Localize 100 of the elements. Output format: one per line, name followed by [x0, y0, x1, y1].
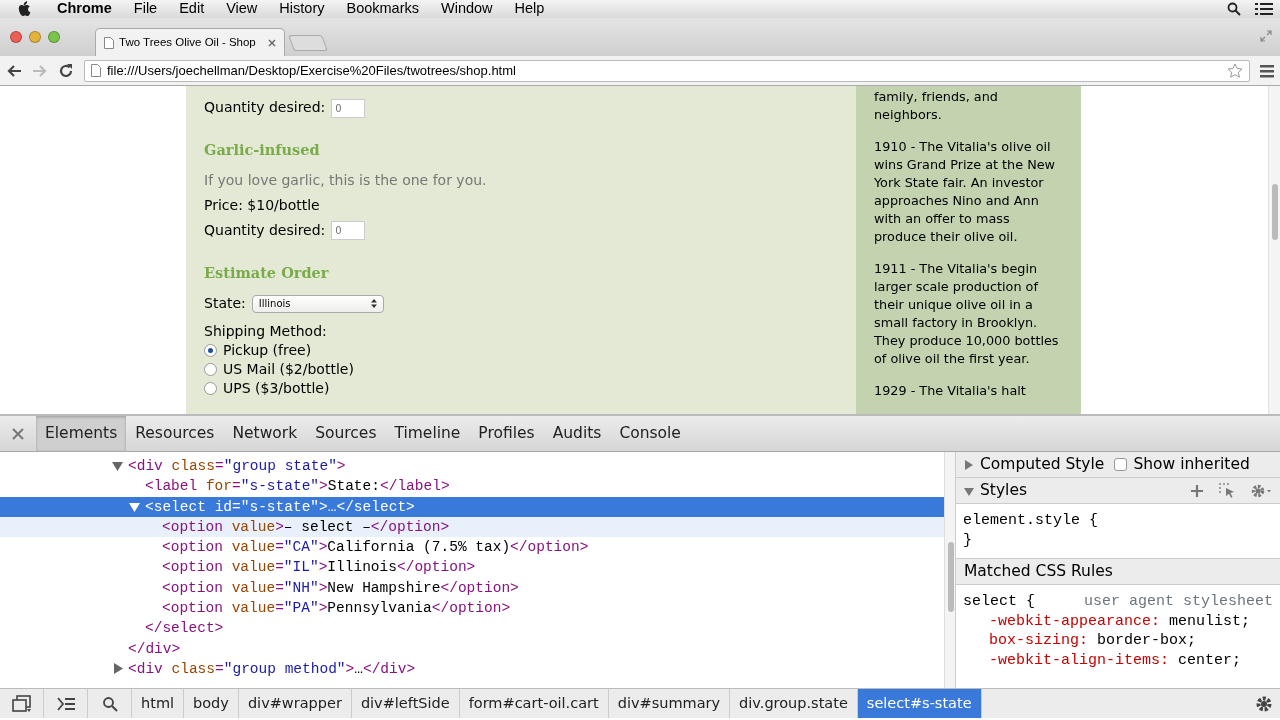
state-select[interactable]: Illinois: [251, 294, 384, 313]
plus-icon[interactable]: [1190, 483, 1204, 498]
devtools-tab[interactable]: Network: [223, 416, 307, 451]
radio-button[interactable]: [204, 382, 217, 395]
css-declaration: -webkit-appearance: menulist;: [988, 611, 1252, 631]
menu-item[interactable]: Bookmarks: [335, 0, 430, 20]
tree-row[interactable]: <select id="s-state">…</select>: [0, 496, 944, 517]
section-header[interactable]: Computed Style Show inherited: [956, 452, 1280, 478]
tree-row[interactable]: <option value="CA">California (7.5% tax)</option>: [0, 537, 944, 558]
gear-icon[interactable]: [1255, 694, 1273, 713]
history-paragraph: 1911 - The Vitalia's begin larger scale production of their unique olive oil in a small factory in Brooklyn. They produce 10,000 bottles of olive oil the first year.: [874, 260, 1060, 368]
breadcrumb[interactable]: select#s-state: [857, 689, 982, 718]
close-button[interactable]: [10, 31, 22, 43]
apple-logo-icon[interactable]: [18, 1, 32, 17]
section-title: Styles: [980, 479, 1027, 501]
devtools-tab[interactable]: Audits: [543, 416, 611, 451]
quantity-field[interactable]: 0: [331, 98, 366, 118]
html-code: <option value="NH">New Hampshire</option>: [162, 579, 519, 596]
product-heading: Garlic-infused: [204, 140, 321, 160]
field-label: Shipping Method:: [204, 321, 328, 341]
radio-button[interactable]: [204, 344, 217, 357]
disclosure-triangle-icon[interactable]: [129, 500, 141, 513]
disclosure-triangle-icon[interactable]: [112, 663, 124, 676]
back-icon[interactable]: [6, 63, 22, 78]
tree-row[interactable]: <label for="s-state">State:</label>: [0, 476, 944, 497]
inspect-cursor-icon[interactable]: [1218, 482, 1236, 499]
scrollbar[interactable]: [1268, 86, 1280, 414]
breadcrumb[interactable]: div#wrapper: [238, 689, 352, 718]
menu-item[interactable]: Window: [430, 0, 504, 20]
checkbox[interactable]: [1114, 458, 1128, 471]
product-description: If you love garlic, this is the one for you.: [204, 170, 488, 190]
menu-item[interactable]: History: [268, 0, 336, 20]
breadcrumb[interactable]: form#cart-oil.cart: [459, 689, 609, 718]
html-code: <select id="s-state">…</select>: [145, 498, 415, 515]
scrollbar[interactable]: [944, 452, 956, 688]
address-bar[interactable]: file:///Users/joechellman/Desktop/Exercise%20Files/twotrees/shop.html: [84, 59, 1250, 82]
menu-item[interactable]: View: [215, 0, 269, 20]
disclosure-triangle-icon[interactable]: [964, 485, 974, 496]
html-code: <option value>– select –</option>: [162, 518, 450, 535]
tree-row[interactable]: <div class="group state">: [0, 456, 944, 477]
minimize-button[interactable]: [29, 31, 41, 43]
tab-title: Two Trees Olive Oil - Shop: [119, 34, 257, 50]
menu-item[interactable]: Help: [503, 0, 556, 20]
list-icon[interactable]: [1255, 2, 1273, 16]
radio-label: US Mail ($2/bottle): [223, 360, 354, 377]
disclosure-triangle-icon[interactable]: [112, 460, 124, 473]
url-text: file:///Users/joechellman/Desktop/Exercise%20Files/twotrees/shop.html: [107, 61, 517, 80]
stylesheet-origin: user agent stylesheet: [1083, 592, 1273, 612]
breadcrumb[interactable]: div#leftSide: [351, 689, 460, 718]
reload-icon[interactable]: [58, 62, 74, 79]
tree-row[interactable]: <option value="IL">Illinois</option>: [0, 557, 944, 578]
devtools-tab[interactable]: Elements: [36, 416, 127, 451]
section-header[interactable]: Styles: [956, 478, 1280, 504]
history-paragraph: 1910 - The Vitalia's olive oil wins Grand Prize at the New York State fair. An investor approaches Nino and Ann with an offer to mass produce their olive oil.: [874, 138, 1057, 246]
breadcrumb[interactable]: div#summary: [608, 689, 731, 718]
breadcrumb[interactable]: body: [184, 689, 239, 718]
zoom-button[interactable]: [48, 31, 60, 43]
tree-row[interactable]: <option value>– select –</option>: [0, 516, 944, 538]
menu-item[interactable]: File: [122, 0, 169, 20]
star-icon[interactable]: [1227, 62, 1243, 79]
breadcrumb[interactable]: html: [132, 689, 185, 718]
page-icon: [91, 64, 101, 77]
tree-row[interactable]: <option value="NH">New Hampshire</option>: [0, 577, 944, 599]
css-declaration: -webkit-align-items: center;: [988, 650, 1243, 670]
breadcrumb[interactable]: div.group.state: [730, 689, 858, 718]
devtools-tab[interactable]: Timeline: [385, 416, 470, 451]
quantity-field[interactable]: 0: [331, 221, 366, 241]
app-menu[interactable]: Chrome: [46, 0, 123, 20]
dock-icon[interactable]: [11, 694, 32, 713]
disclosure-triangle-icon[interactable]: [964, 459, 974, 470]
history-paragraph: 1929 - The Vitalia's halt: [874, 382, 1027, 400]
radio-label: Pickup (free): [223, 341, 312, 358]
css-declaration: box-sizing: border-box;: [988, 631, 1198, 651]
radio-button[interactable]: [204, 363, 217, 376]
menu-icon[interactable]: [1260, 63, 1274, 78]
tree-row[interactable]: <option value="PA">Pennsylvania</option>: [0, 598, 944, 619]
tree-row[interactable]: <div class="group method">…</div>: [0, 658, 944, 680]
css-rule-line: element.style {: [963, 511, 1100, 531]
html-code: <option value="PA">Pennsylvania</option>: [162, 600, 511, 617]
field-label: Quantity desired:: [204, 99, 326, 115]
html-code: <div class="group state">: [128, 458, 346, 474]
html-code: <div class="group method">…</div>: [128, 660, 416, 677]
console-icon[interactable]: [56, 696, 75, 711]
devtools-tab[interactable]: Profiles: [469, 416, 544, 451]
search-icon[interactable]: [1227, 2, 1241, 16]
fullscreen-icon[interactable]: [1260, 30, 1272, 42]
field-label: Quantity desired:: [204, 221, 326, 238]
radio-label: UPS ($3/bottle): [223, 379, 330, 396]
close-icon[interactable]: [268, 38, 276, 47]
css-rule-line: }: [963, 531, 973, 551]
html-code: <option value="IL">Illinois</option>: [162, 559, 476, 576]
devtools-tab[interactable]: Resources: [126, 416, 224, 451]
devtools-tab[interactable]: Console: [610, 416, 690, 451]
page-icon: [104, 36, 114, 49]
browser-tab[interactable]: Two Trees Olive Oil - Shop: [95, 28, 285, 56]
search-icon[interactable]: [101, 695, 118, 712]
gear-icon[interactable]: [1250, 482, 1272, 499]
menu-item[interactable]: Edit: [168, 0, 216, 20]
section-heading: Estimate Order: [204, 262, 330, 283]
devtools-tab[interactable]: Sources: [306, 416, 386, 451]
